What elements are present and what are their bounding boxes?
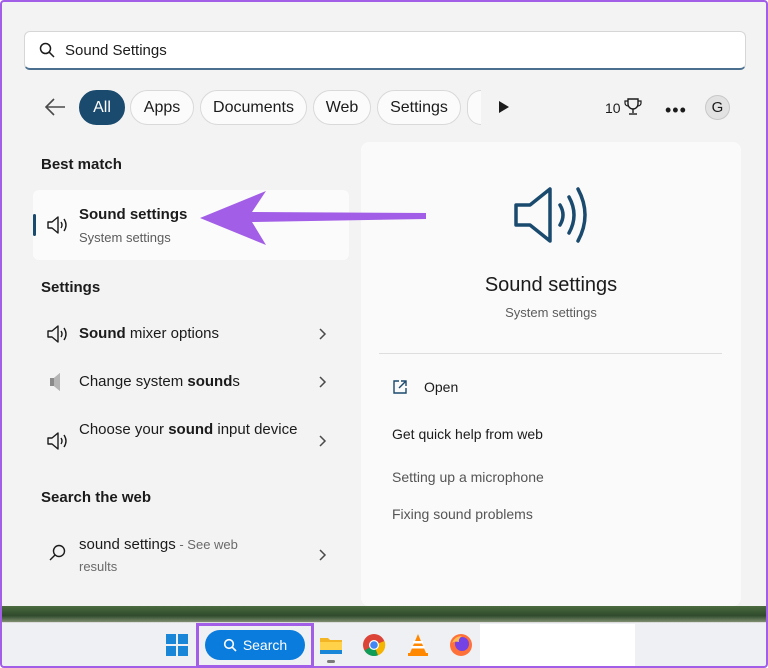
trophy-icon[interactable] bbox=[624, 97, 642, 117]
taskbar-search-label: Search bbox=[242, 637, 288, 653]
divider bbox=[379, 353, 722, 354]
preview-subtitle: System settings bbox=[505, 305, 597, 320]
chevron-right-icon bbox=[319, 549, 327, 561]
quick-help-heading: Get quick help from web bbox=[392, 426, 543, 442]
search-icon bbox=[39, 42, 55, 58]
help-link-sound-problems[interactable]: Fixing sound problems bbox=[392, 506, 533, 522]
best-match-subtitle: System settings bbox=[79, 230, 171, 245]
filter-chip-settings[interactable]: Settings bbox=[377, 90, 461, 125]
more-options-icon[interactable]: ••• bbox=[665, 100, 687, 121]
best-match-title: Sound settings bbox=[79, 206, 188, 223]
web-result-label: sound settings - See web results bbox=[79, 536, 238, 574]
settings-item-label: Choose your sound input device bbox=[79, 421, 298, 438]
taskbar-blank-area bbox=[480, 624, 635, 666]
search-web-heading: Search the web bbox=[41, 489, 152, 506]
file-explorer-icon[interactable] bbox=[319, 633, 343, 657]
preview-title: Sound settings bbox=[484, 274, 618, 296]
settings-item-label: Sound mixer options bbox=[79, 325, 220, 342]
filter-chip-web[interactable]: Web bbox=[313, 90, 371, 125]
firefox-icon[interactable] bbox=[449, 633, 473, 657]
speaker-icon bbox=[47, 325, 67, 343]
chevron-right-icon bbox=[319, 328, 327, 340]
play-icon[interactable] bbox=[498, 100, 510, 114]
chevron-right-icon bbox=[319, 376, 327, 388]
rewards-count: 10 bbox=[605, 100, 621, 116]
settings-heading: Settings bbox=[41, 279, 101, 296]
filter-chip-all[interactable]: All bbox=[79, 90, 125, 125]
speaker-muted-icon bbox=[50, 373, 60, 391]
chrome-icon[interactable] bbox=[362, 633, 386, 657]
selection-indicator bbox=[33, 214, 36, 236]
best-match-heading: Best match bbox=[41, 156, 122, 173]
settings-item-system-sounds[interactable]: Change system sounds bbox=[33, 370, 349, 394]
settings-item-sound-input[interactable]: Choose your sound input device bbox=[33, 418, 349, 466]
search-input[interactable]: Sound Settings bbox=[24, 31, 746, 70]
speaker-icon bbox=[47, 216, 67, 234]
chevron-right-icon bbox=[319, 435, 327, 447]
settings-item-label: Change system sounds bbox=[79, 373, 240, 390]
web-search-result[interactable]: sound settings - See web results bbox=[33, 533, 349, 579]
taskbar-search-button[interactable]: Search bbox=[205, 630, 305, 660]
avatar[interactable]: G bbox=[705, 95, 730, 120]
open-action[interactable]: Open bbox=[424, 379, 458, 395]
filter-chip-overflow[interactable] bbox=[467, 90, 481, 125]
vlc-icon[interactable] bbox=[406, 633, 430, 657]
speaker-large-icon bbox=[514, 187, 587, 243]
help-link-microphone[interactable]: Setting up a microphone bbox=[392, 469, 544, 485]
desktop-wallpaper bbox=[2, 606, 766, 622]
filter-chip-apps[interactable]: Apps bbox=[130, 90, 194, 125]
annotation-arrow bbox=[200, 191, 426, 245]
search-query-text: Sound Settings bbox=[65, 41, 167, 59]
open-external-icon[interactable] bbox=[392, 379, 408, 395]
windows-start-icon[interactable] bbox=[166, 634, 188, 656]
filter-chip-documents[interactable]: Documents bbox=[200, 90, 307, 125]
search-icon bbox=[49, 544, 66, 561]
search-icon bbox=[223, 638, 237, 652]
settings-item-sound-mixer[interactable]: Sound mixer options bbox=[33, 322, 349, 346]
back-arrow-icon[interactable] bbox=[44, 97, 66, 117]
running-indicator bbox=[327, 660, 335, 663]
speaker-icon bbox=[47, 432, 67, 450]
